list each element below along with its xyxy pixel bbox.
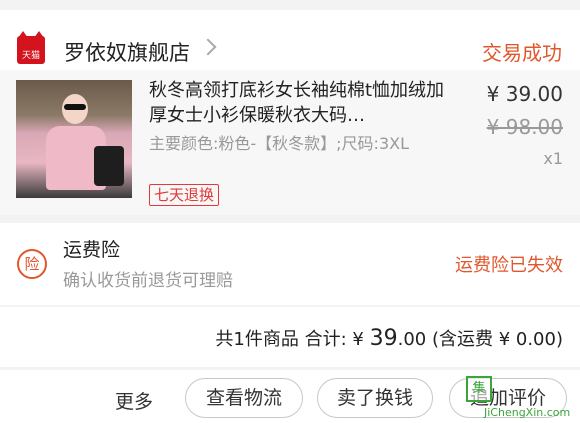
insurance-icon: 险 [17,249,47,279]
order-summary: 共1件商品 合计: ¥ 39.00 (含运费 ¥ 0.00) [0,307,580,367]
item-count-label: 共1件商品 合计: [215,329,347,350]
order-total: 共1件商品 合计: ¥ 39.00 (含运费 ¥ 0.00) [215,325,563,351]
store-header[interactable]: 天猫 罗依奴旗舰店 交易成功 [0,10,580,70]
add-review-button[interactable]: 追加评价 [449,378,567,418]
total-amount-decimal: .00 [397,329,427,350]
product-title[interactable]: 秋冬高领打底衫女长袖纯棉t恤加绒加厚女士小衫保暖秋衣大码… [149,78,449,128]
action-bar: 更多 查看物流 卖了换钱 追加评价 集 JiChengXin.com [0,370,580,423]
view-logistics-button[interactable]: 查看物流 [185,378,303,418]
product-spec: 主要颜色:粉色-【秋冬款】;尺码:3XL [149,134,410,153]
return-policy-badge: 七天退换 [149,184,220,206]
total-amount-integer: 39 [369,326,398,351]
order-status: 交易成功 [482,41,562,65]
shipping-insurance[interactable]: 险 运费险 确认收货前退货可理赔 运费险已失效 [0,223,580,305]
tmall-logo-icon: 天猫 [17,31,45,64]
original-price: ¥ 98.00 [486,115,563,139]
chevron-right-icon[interactable] [199,38,217,56]
insurance-status: 运费险已失效 [455,255,563,276]
product-thumbnail[interactable] [16,80,132,198]
product-item[interactable]: 秋冬高领打底衫女长袖纯棉t恤加绒加厚女士小衫保暖秋衣大码… 主要颜色:粉色-【秋… [0,70,580,215]
tmall-logo-text: 天猫 [21,51,40,61]
product-quantity: x1 [543,149,563,168]
store-name[interactable]: 罗依奴旗舰店 [64,37,190,67]
product-price: ¥ 39.00 [486,82,563,106]
insurance-title: 运费险 [63,239,121,261]
insurance-subtitle: 确认收货前退货可理赔 [63,271,233,291]
more-button[interactable]: 更多 [115,387,153,414]
currency-symbol: ¥ [352,329,370,350]
sell-item-button[interactable]: 卖了换钱 [317,378,433,418]
shipping-fee-note: (含运费 ¥ 0.00) [431,329,563,350]
